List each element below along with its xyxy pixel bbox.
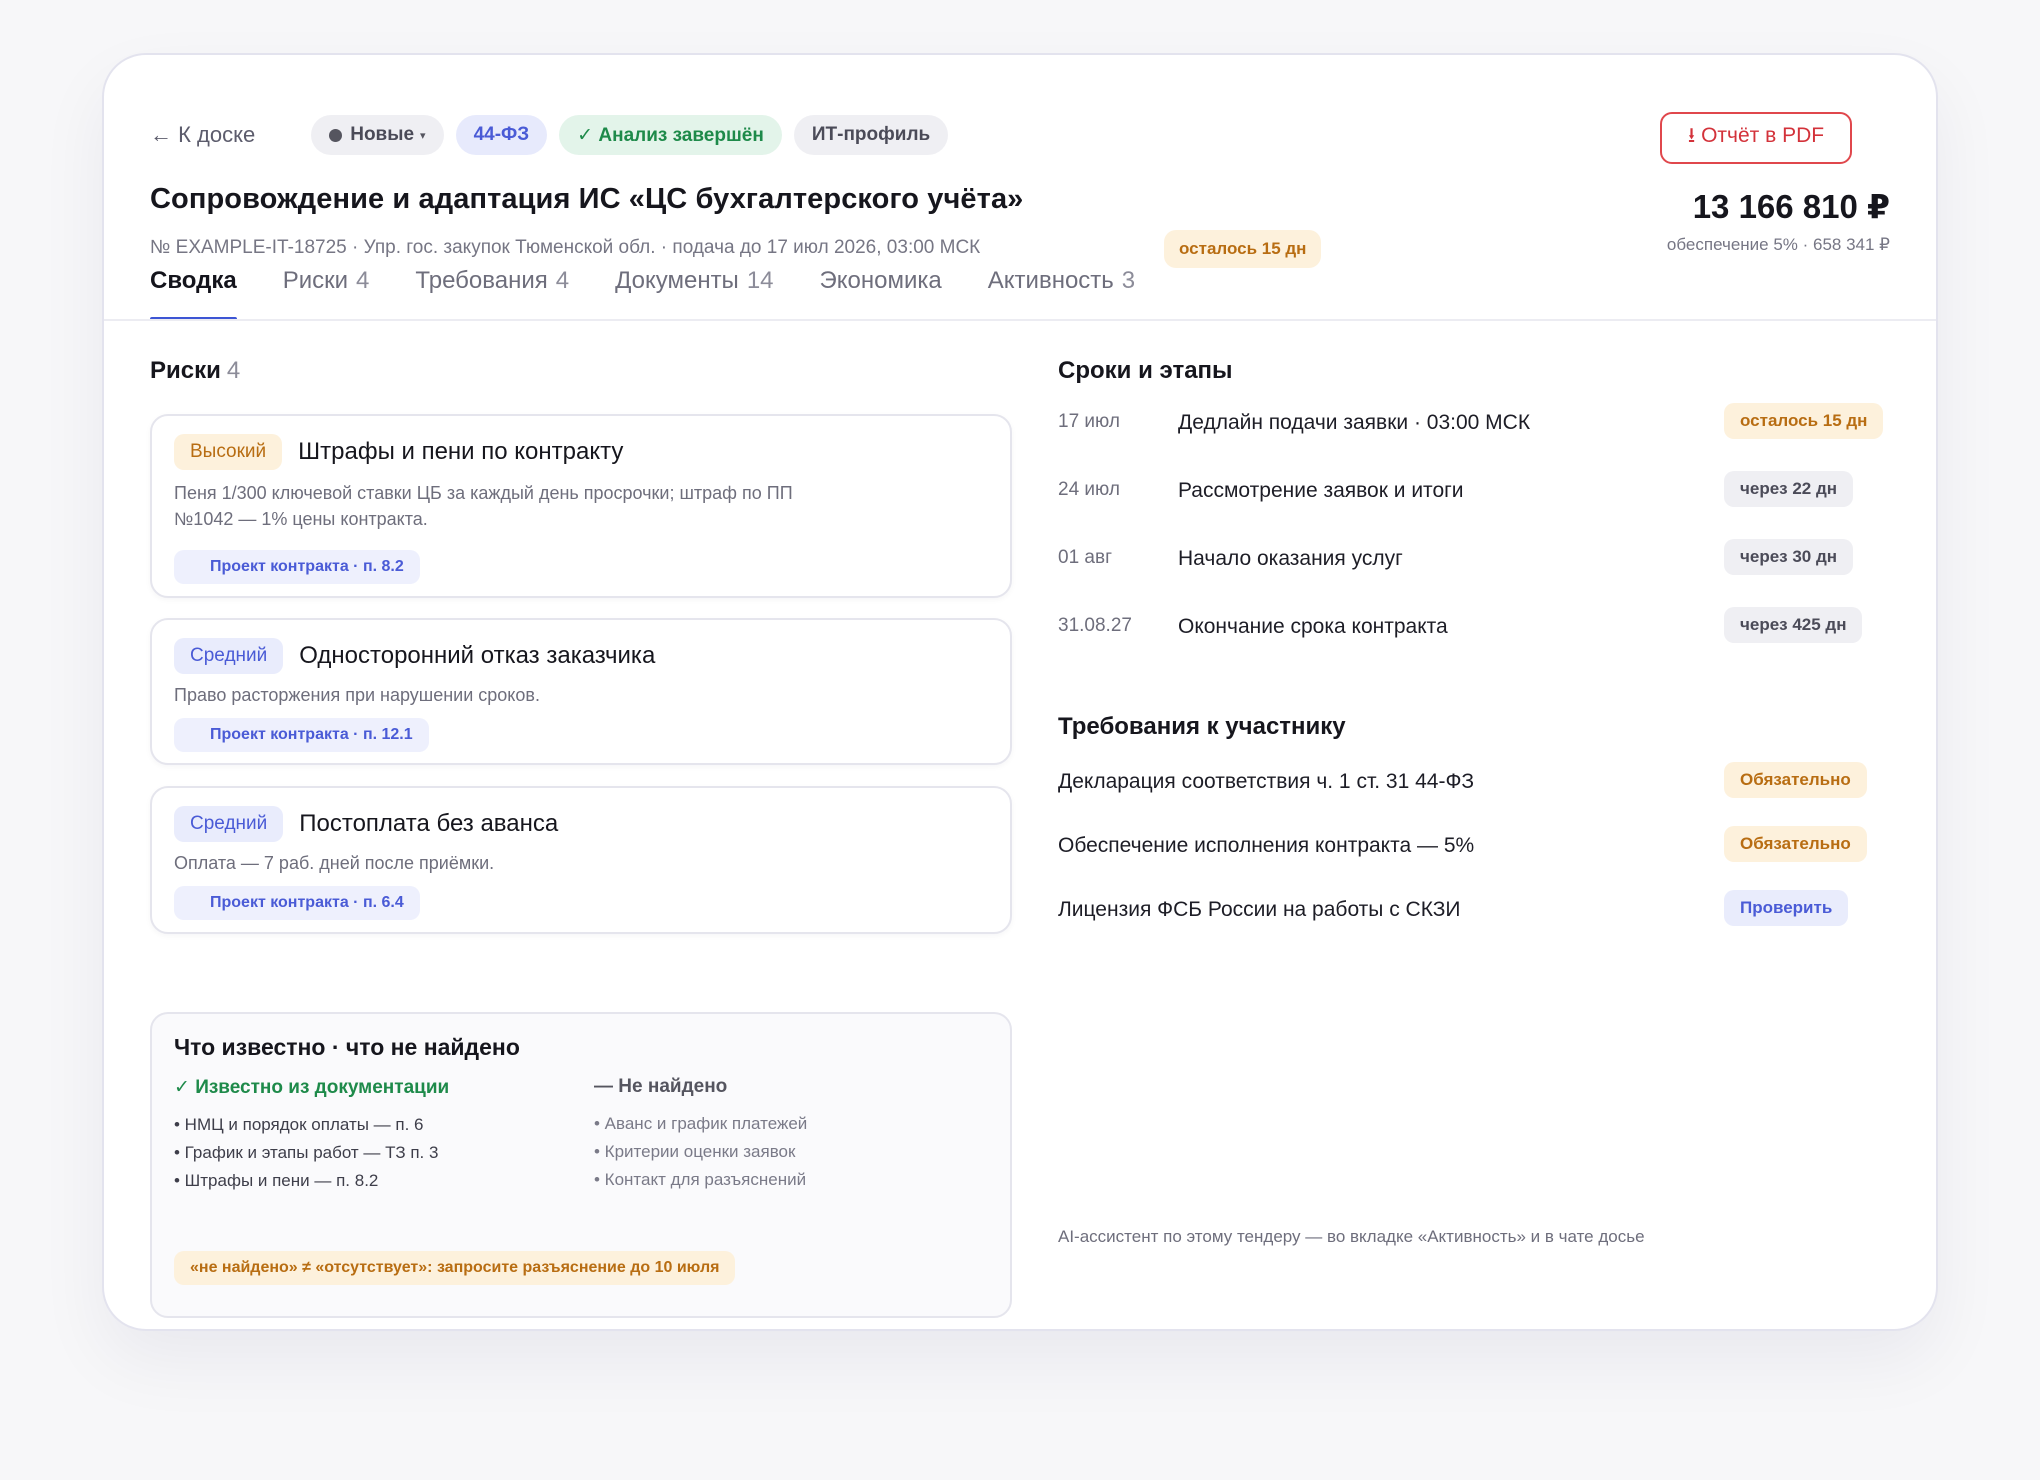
stage-label: Окончание срока контракта [1178,615,1448,638]
document-reference-link[interactable]: Проект контракта · п. 6.4 [174,886,420,920]
document-reference-link[interactable]: Проект контракта · п. 12.1 [174,718,429,752]
status-dropdown[interactable]: Новые ▾ [311,115,444,155]
stage-date: 31.08.27 [1058,615,1132,636]
requirement-row: Декларация соответствия ч. 1 ст. 31 44-Ф… [1058,762,1898,802]
requirement-row: Лицензия ФСБ России на работы с СКЗИ Про… [1058,890,1898,930]
stage-date: 17 июл [1058,411,1120,432]
tab-activity[interactable]: Активность 3 [988,267,1135,319]
risks-count: 4 [226,357,241,384]
stage-badge: осталось 15 дн [1724,403,1884,439]
risk-card[interactable]: Средний Постоплата без аванса Оплата — 7… [150,786,1012,934]
page-title: Сопровождение и адаптация ИС «ЦС бухгалт… [150,183,1024,215]
severity-badge: Средний [174,806,284,842]
tab-bar: Сводка Риски 4 Требования 4 Документы 14 Эк… [150,267,1135,321]
known-item: • График и этапы работ — ТЗ п. 3 [174,1143,439,1162]
tab-count: 14 [746,267,774,294]
tab-documents[interactable]: Документы 14 [615,267,773,319]
back-to-board-link[interactable]: ← К доске [150,122,255,148]
risk-header: Высокий Штрафы и пени по контракту [174,434,623,470]
stages-panel: Сроки и этапы 17 июл Дедлайн подачи заяв… [1058,357,1898,1246]
profile-badge: ИТ-профиль [793,115,949,155]
missing-item: • Критерии оценки заявок [594,1142,796,1161]
known-item: • Штрафы и пени — п. 8.2 [174,1171,379,1190]
known-unknown-title: Что известно · что не найдено [174,1034,520,1060]
tab-label: Экономика [819,267,942,294]
tab-label: Риски [282,267,349,294]
missing-item: • Контакт для разъяснений [594,1170,807,1189]
risk-card[interactable]: Высокий Штрафы и пени по контракту Пеня … [150,414,1012,598]
stages-title: Сроки и этапы [1058,357,1233,384]
known-column: ✓ Известно из документации • НМЦ и поряд… [174,1076,449,1195]
tab-economics[interactable]: Экономика [820,267,942,319]
deadline-badge: осталось 15 дн [1164,230,1322,268]
risks-panel: Риски 4 Высокий Штрафы и пени по контракт… [150,357,1012,1318]
stage-row: 17 июл Дедлайн подачи заявки · 03:00 МСК… [1058,403,1898,447]
known-heading: ✓ Известно из документации [174,1077,450,1098]
requirements-title: Требования к участнику [1058,713,1346,740]
risks-title: Риски 4 [150,357,1012,385]
stage-label: Дедлайн подачи заявки · 03:00 МСК [1178,411,1531,434]
security-amount: обеспечение 5% · 658 341 ₽ [1666,235,1890,254]
pdf-report-label: ⭳ Отчёт в PDF [1687,123,1825,147]
requirement-badge: Обязательно [1724,826,1867,862]
stage-row: 01 авг Начало оказания услуг через 30 дн [1058,539,1898,583]
requirement-label: Декларация соответствия ч. 1 ст. 31 44-Ф… [1058,770,1475,793]
missing-heading: — Не найдено [594,1076,728,1097]
requirement-badge: Проверить [1724,890,1849,926]
risk-description: Пеня 1/300 ключевой ставки ЦБ за каждый … [174,483,793,529]
stage-badge: через 425 дн [1724,607,1863,643]
requirement-label: Лицензия ФСБ России на работы с СКЗИ [1058,898,1461,921]
document-reference-link[interactable]: Проект контракта · п. 8.2 [174,550,420,584]
analysis-status-badge: ✓ Анализ завершён [559,115,782,155]
risks-title-text: Риски [150,357,221,384]
risk-description: Право расторжения при нарушении сроков. [174,685,540,705]
requirement-label: Обеспечение исполнения контракта — 5% [1058,834,1475,857]
tab-label: Требования [415,267,548,294]
risk-header: Средний Постоплата без аванса [174,806,558,842]
tab-count: 4 [356,267,370,294]
chevron-down-icon: ▾ [420,129,426,142]
risk-title: Односторонний отказ заказчика [299,642,656,669]
risk-description: Оплата — 7 раб. дней после приёмки. [174,853,495,873]
tabs-divider [104,319,1936,321]
law-badge: 44-ФЗ [455,115,548,155]
stage-label: Рассмотрение заявок и итоги [1178,479,1464,502]
status-dot-icon [329,128,343,142]
contract-amount: 13 166 810 ₽ [1692,188,1890,225]
tender-meta: № EXAMPLE-IT-18725 · Упр. гос. закупок Т… [150,237,981,258]
ai-assistant-note: AI-ассистент по этому тендеру — во вклад… [1058,1227,1645,1246]
tab-summary[interactable]: Сводка [150,267,237,321]
stage-date: 01 авг [1058,547,1113,568]
stage-label: Начало оказания услуг [1178,547,1403,570]
risk-card[interactable]: Средний Односторонний отказ заказчика Пр… [150,618,1012,765]
tab-count: 3 [1121,267,1136,294]
pdf-report-button[interactable]: ⭳ Отчёт в PDF [1660,112,1852,164]
risk-header: Средний Односторонний отказ заказчика [174,638,655,674]
tab-label: Активность [987,267,1114,294]
stage-badge: через 22 дн [1724,471,1854,507]
status-label: Новые [350,124,415,145]
known-item: • НМЦ и порядок оплаты — п. 6 [174,1115,424,1134]
tab-count: 4 [555,267,570,294]
requirement-badge: Обязательно [1724,762,1867,798]
tab-requirements[interactable]: Требования 4 [415,267,569,319]
clarification-note: «не найдено» ≠ «отсутствует»: запросите … [174,1251,736,1285]
tab-risks[interactable]: Риски 4 [283,267,370,319]
missing-column: — Не найдено • Аванс и график платежей •… [594,1076,807,1194]
risk-title: Постоплата без аванса [299,810,559,837]
stage-badge: через 30 дн [1724,539,1854,575]
stage-row: 24 июл Рассмотрение заявок и итоги через… [1058,471,1898,515]
risk-title: Штрафы и пени по контракту [298,438,624,465]
stage-row: 31.08.27 Окончание срока контракта через… [1058,607,1898,651]
tab-label: Сводка [150,267,237,294]
severity-badge: Высокий [174,434,283,470]
missing-item: • Аванс и график платежей [594,1114,808,1133]
tab-label: Документы [615,267,739,294]
tender-card: ← К доске Новые ▾ 44-ФЗ ✓ Анализ завершё… [102,53,1938,1331]
breadcrumb: ← К доске Новые ▾ 44-ФЗ ✓ Анализ завершё… [150,115,949,155]
requirement-row: Обеспечение исполнения контракта — 5% Об… [1058,826,1898,866]
known-unknown-card: Что известно · что не найдено ✓ Известно… [150,1012,1012,1318]
stage-date: 24 июл [1058,479,1120,500]
severity-badge: Средний [174,638,284,674]
